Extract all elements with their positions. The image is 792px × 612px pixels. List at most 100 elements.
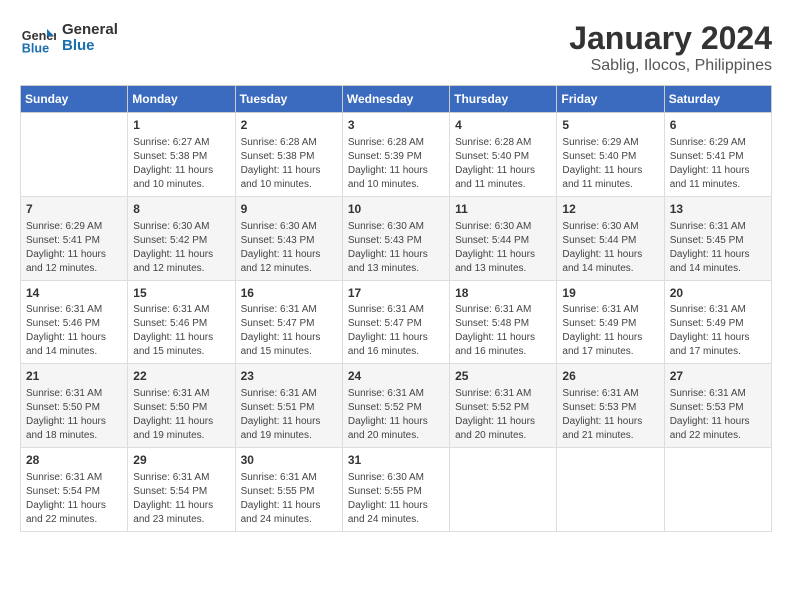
day-number: 20 bbox=[670, 285, 766, 302]
calendar-cell: 5Sunrise: 6:29 AM Sunset: 5:40 PM Daylig… bbox=[557, 113, 664, 197]
day-info: Sunrise: 6:31 AM Sunset: 5:49 PM Dayligh… bbox=[562, 303, 658, 359]
day-number: 13 bbox=[670, 201, 766, 218]
calendar-cell: 7 Sunrise: 6:29 AM Sunset: 5:41 PM Daylig… bbox=[21, 196, 128, 280]
day-info: Sunrise: 6:30 AM Sunset: 5:55 PM Dayligh… bbox=[348, 471, 444, 527]
day-info: Sunrise: 6:28 AM Sunset: 5:38 PM Dayligh… bbox=[241, 136, 337, 192]
calendar-cell bbox=[450, 448, 557, 532]
calendar-cell: 25 Sunrise: 6:31 AM Sunset: 5:52 PM Dayli… bbox=[450, 364, 557, 448]
logo-blue: Blue bbox=[62, 38, 118, 55]
calendar-cell: 27 Sunrise: 6:31 AM Sunset: 5:53 PM Dayli… bbox=[664, 364, 771, 448]
calendar-cell: 10 Sunrise: 6:30 AM Sunset: 5:43 PM Dayli… bbox=[342, 196, 449, 280]
page-subtitle: Sablig, Ilocos, Philippines bbox=[569, 57, 772, 75]
day-number: 10 bbox=[348, 201, 444, 218]
day-info: Sunrise: 6:30 AM Sunset: 5:44 PM Dayligh… bbox=[455, 220, 551, 276]
day-info: Sunrise: 6:31 AM Sunset: 5:46 PM Dayligh… bbox=[133, 303, 229, 359]
day-info: Sunrise: 6:30 AM Sunset: 5:44 PM Dayligh… bbox=[562, 220, 658, 276]
calendar-week-row: 21 Sunrise: 6:31 AM Sunset: 5:50 PM Dayli… bbox=[21, 364, 772, 448]
title-area: January 2024 Sablig, Ilocos, Philippines bbox=[569, 20, 772, 75]
day-number: 12 bbox=[562, 201, 658, 218]
day-info: Sunrise: 6:31 AM Sunset: 5:55 PM Dayligh… bbox=[241, 471, 337, 527]
day-info: Sunrise: 6:30 AM Sunset: 5:42 PM Dayligh… bbox=[133, 220, 229, 276]
day-info: Sunrise: 6:28 AM Sunset: 5:40 PM Dayligh… bbox=[455, 136, 551, 192]
day-info: Sunrise: 6:28 AM Sunset: 5:39 PM Dayligh… bbox=[348, 136, 444, 192]
calendar-cell: 13 Sunrise: 6:31 AM Sunset: 5:45 PM Dayli… bbox=[664, 196, 771, 280]
day-number: 14 bbox=[26, 285, 122, 302]
calendar-cell: 16Sunrise: 6:31 AM Sunset: 5:47 PM Dayli… bbox=[235, 280, 342, 364]
day-number: 1 bbox=[133, 117, 229, 134]
day-number: 9 bbox=[241, 201, 337, 218]
calendar-cell: 23 Sunrise: 6:31 AM Sunset: 5:51 PM Dayli… bbox=[235, 364, 342, 448]
calendar-cell: 22Sunrise: 6:31 AM Sunset: 5:50 PM Dayli… bbox=[128, 364, 235, 448]
day-info: Sunrise: 6:30 AM Sunset: 5:43 PM Dayligh… bbox=[348, 220, 444, 276]
calendar-cell: 24 Sunrise: 6:31 AM Sunset: 5:52 PM Dayli… bbox=[342, 364, 449, 448]
calendar-cell: 17Sunrise: 6:31 AM Sunset: 5:47 PM Dayli… bbox=[342, 280, 449, 364]
day-number: 26 bbox=[562, 368, 658, 385]
calendar-week-row: 28 Sunrise: 6:31 AM Sunset: 5:54 PM Dayli… bbox=[21, 448, 772, 532]
day-number: 31 bbox=[348, 452, 444, 469]
calendar-cell bbox=[557, 448, 664, 532]
day-number: 2 bbox=[241, 117, 337, 134]
day-number: 29 bbox=[133, 452, 229, 469]
calendar-cell: 18Sunrise: 6:31 AM Sunset: 5:48 PM Dayli… bbox=[450, 280, 557, 364]
day-number: 19 bbox=[562, 285, 658, 302]
logo: General Blue General Blue bbox=[20, 20, 118, 56]
day-info: Sunrise: 6:27 AM Sunset: 5:38 PM Dayligh… bbox=[133, 136, 229, 192]
calendar-cell: 30 Sunrise: 6:31 AM Sunset: 5:55 PM Dayli… bbox=[235, 448, 342, 532]
day-info: Sunrise: 6:31 AM Sunset: 5:53 PM Dayligh… bbox=[670, 387, 766, 443]
calendar-cell: 15Sunrise: 6:31 AM Sunset: 5:46 PM Dayli… bbox=[128, 280, 235, 364]
day-number: 30 bbox=[241, 452, 337, 469]
calendar-cell: 4 Sunrise: 6:28 AM Sunset: 5:40 PM Daylig… bbox=[450, 113, 557, 197]
day-info: Sunrise: 6:31 AM Sunset: 5:52 PM Dayligh… bbox=[455, 387, 551, 443]
day-info: Sunrise: 6:31 AM Sunset: 5:50 PM Dayligh… bbox=[26, 387, 122, 443]
day-number: 3 bbox=[348, 117, 444, 134]
calendar-cell: 26Sunrise: 6:31 AM Sunset: 5:53 PM Dayli… bbox=[557, 364, 664, 448]
calendar-table: SundayMondayTuesdayWednesdayThursdayFrid… bbox=[20, 85, 772, 532]
header-saturday: Saturday bbox=[664, 86, 771, 113]
calendar-cell: 9 Sunrise: 6:30 AM Sunset: 5:43 PM Daylig… bbox=[235, 196, 342, 280]
day-number: 11 bbox=[455, 201, 551, 218]
svg-text:Blue: Blue bbox=[22, 41, 49, 55]
day-number: 22 bbox=[133, 368, 229, 385]
day-info: Sunrise: 6:31 AM Sunset: 5:47 PM Dayligh… bbox=[348, 303, 444, 359]
day-number: 21 bbox=[26, 368, 122, 385]
day-info: Sunrise: 6:31 AM Sunset: 5:54 PM Dayligh… bbox=[133, 471, 229, 527]
day-number: 27 bbox=[670, 368, 766, 385]
day-info: Sunrise: 6:31 AM Sunset: 5:51 PM Dayligh… bbox=[241, 387, 337, 443]
calendar-cell: 19Sunrise: 6:31 AM Sunset: 5:49 PM Dayli… bbox=[557, 280, 664, 364]
logo-general: General bbox=[62, 22, 118, 39]
day-info: Sunrise: 6:31 AM Sunset: 5:46 PM Dayligh… bbox=[26, 303, 122, 359]
header-friday: Friday bbox=[557, 86, 664, 113]
day-info: Sunrise: 6:31 AM Sunset: 5:45 PM Dayligh… bbox=[670, 220, 766, 276]
day-number: 25 bbox=[455, 368, 551, 385]
day-info: Sunrise: 6:29 AM Sunset: 5:41 PM Dayligh… bbox=[26, 220, 122, 276]
calendar-cell: 1 Sunrise: 6:27 AM Sunset: 5:38 PM Daylig… bbox=[128, 113, 235, 197]
calendar-cell: 14Sunrise: 6:31 AM Sunset: 5:46 PM Dayli… bbox=[21, 280, 128, 364]
calendar-cell: 21 Sunrise: 6:31 AM Sunset: 5:50 PM Dayli… bbox=[21, 364, 128, 448]
header-thursday: Thursday bbox=[450, 86, 557, 113]
calendar-cell: 3 Sunrise: 6:28 AM Sunset: 5:39 PM Daylig… bbox=[342, 113, 449, 197]
day-number: 28 bbox=[26, 452, 122, 469]
calendar-cell: 12 Sunrise: 6:30 AM Sunset: 5:44 PM Dayli… bbox=[557, 196, 664, 280]
day-info: Sunrise: 6:31 AM Sunset: 5:52 PM Dayligh… bbox=[348, 387, 444, 443]
calendar-header-row: SundayMondayTuesdayWednesdayThursdayFrid… bbox=[21, 86, 772, 113]
day-number: 7 bbox=[26, 201, 122, 218]
calendar-week-row: 14Sunrise: 6:31 AM Sunset: 5:46 PM Dayli… bbox=[21, 280, 772, 364]
day-info: Sunrise: 6:31 AM Sunset: 5:48 PM Dayligh… bbox=[455, 303, 551, 359]
calendar-cell: 2 Sunrise: 6:28 AM Sunset: 5:38 PM Daylig… bbox=[235, 113, 342, 197]
day-info: Sunrise: 6:30 AM Sunset: 5:43 PM Dayligh… bbox=[241, 220, 337, 276]
day-number: 4 bbox=[455, 117, 551, 134]
day-number: 18 bbox=[455, 285, 551, 302]
page-title: January 2024 bbox=[569, 20, 772, 57]
logo-icon: General Blue bbox=[20, 20, 56, 56]
header-wednesday: Wednesday bbox=[342, 86, 449, 113]
day-number: 23 bbox=[241, 368, 337, 385]
day-info: Sunrise: 6:29 AM Sunset: 5:40 PM Dayligh… bbox=[562, 136, 658, 192]
calendar-cell: 8Sunrise: 6:30 AM Sunset: 5:42 PM Daylig… bbox=[128, 196, 235, 280]
day-number: 15 bbox=[133, 285, 229, 302]
calendar-cell: 31 Sunrise: 6:30 AM Sunset: 5:55 PM Dayli… bbox=[342, 448, 449, 532]
calendar-cell: 20Sunrise: 6:31 AM Sunset: 5:49 PM Dayli… bbox=[664, 280, 771, 364]
day-number: 24 bbox=[348, 368, 444, 385]
day-number: 17 bbox=[348, 285, 444, 302]
calendar-cell: 11 Sunrise: 6:30 AM Sunset: 5:44 PM Dayli… bbox=[450, 196, 557, 280]
calendar-week-row: 1 Sunrise: 6:27 AM Sunset: 5:38 PM Daylig… bbox=[21, 113, 772, 197]
